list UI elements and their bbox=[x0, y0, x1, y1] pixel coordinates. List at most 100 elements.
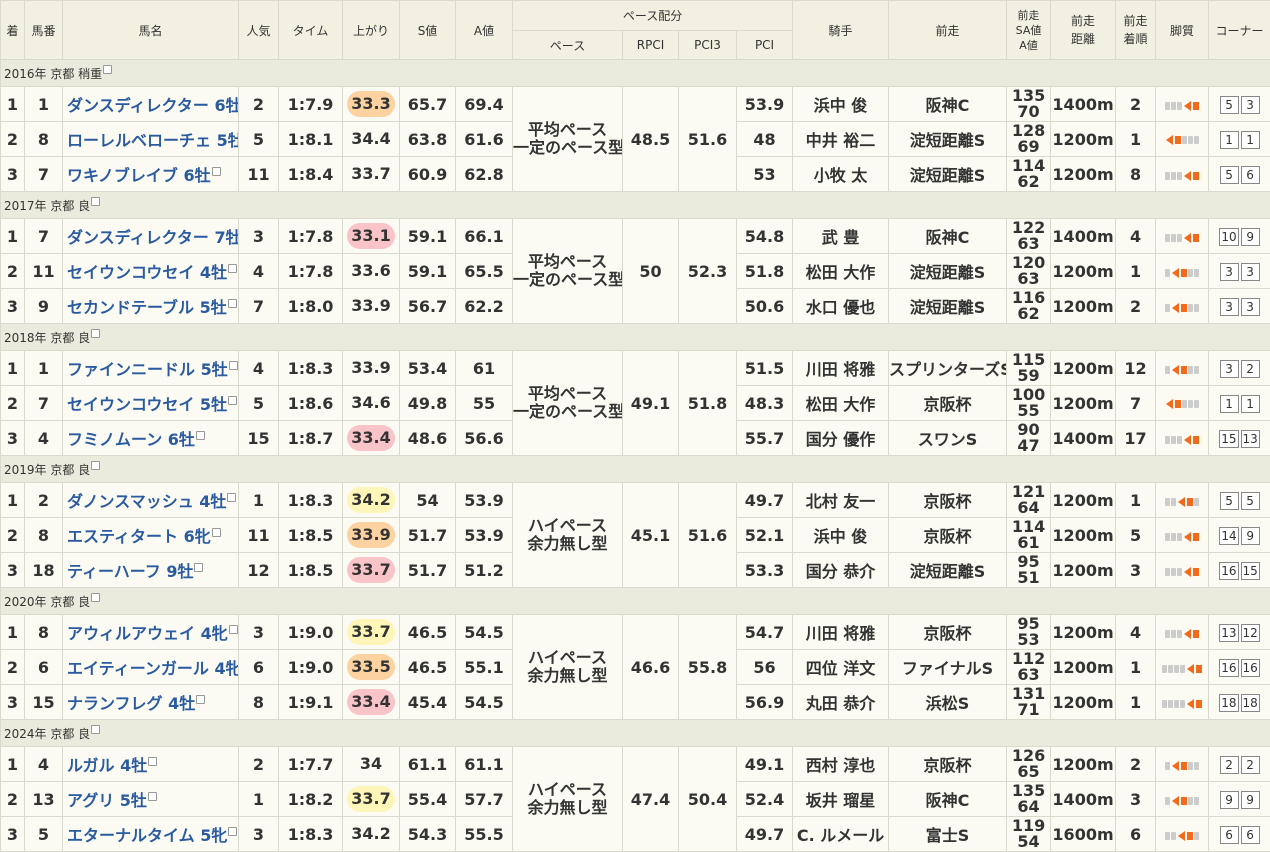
horse-name-link[interactable]: ダノンスマッシュ 4牡 bbox=[67, 492, 226, 511]
copy-icon[interactable] bbox=[228, 396, 237, 405]
race-year-label[interactable]: 2016年 京都 稍重 bbox=[4, 67, 102, 81]
header-pace[interactable]: ペース bbox=[513, 31, 623, 60]
corner-position-2: 13 bbox=[1241, 430, 1260, 448]
copy-icon[interactable] bbox=[91, 461, 100, 470]
header-jockey[interactable]: 騎手 bbox=[793, 1, 889, 60]
header-horse-name[interactable]: 馬名 bbox=[63, 1, 239, 60]
horse-name-link[interactable]: ダンスディレクター 7牡 bbox=[67, 228, 239, 247]
rank-cell: 3 bbox=[1, 289, 25, 324]
popularity-cell: 3 bbox=[239, 615, 279, 650]
race-year-label[interactable]: 2017年 京都 良 bbox=[4, 199, 90, 213]
header-corner[interactable]: コーナー bbox=[1209, 1, 1270, 60]
header-running-style[interactable]: 脚質 bbox=[1156, 1, 1209, 60]
copy-icon[interactable] bbox=[228, 827, 237, 836]
agari-cell: 33.4 bbox=[343, 685, 400, 720]
header-prev-rank[interactable]: 前走 着順 bbox=[1116, 1, 1156, 60]
copy-icon[interactable] bbox=[212, 528, 221, 537]
agari-value: 33.6 bbox=[347, 258, 395, 284]
horse-name-link[interactable]: アグリ 5牡 bbox=[67, 791, 147, 810]
copy-icon[interactable] bbox=[91, 593, 100, 602]
horse-name-link[interactable]: ナランフレグ 4牡 bbox=[67, 694, 195, 713]
copy-icon[interactable] bbox=[229, 361, 238, 370]
a-value-cell: 54.5 bbox=[456, 615, 513, 650]
copy-icon[interactable] bbox=[148, 757, 157, 766]
prev-race-cell: 阪神C bbox=[889, 219, 1007, 254]
copy-icon[interactable] bbox=[227, 493, 236, 502]
pace-cell: 平均ペース一定のペース型 bbox=[513, 351, 623, 456]
time-cell: 1:7.8 bbox=[279, 254, 343, 289]
header-prev-rank-line1: 前走 bbox=[1124, 14, 1148, 28]
race-year-label[interactable]: 2020年 京都 良 bbox=[4, 595, 90, 609]
header-prev-race[interactable]: 前走 bbox=[889, 1, 1007, 60]
race-year-label[interactable]: 2018年 京都 良 bbox=[4, 331, 90, 345]
header-agari[interactable]: 上がり bbox=[343, 1, 400, 60]
corner-position-1: 5 bbox=[1220, 166, 1239, 184]
horse-name-link[interactable]: フミノムーン 6牡 bbox=[67, 430, 195, 449]
horse-name-cell: アグリ 5牡 bbox=[63, 782, 239, 817]
header-a-value[interactable]: A値 bbox=[456, 1, 513, 60]
horse-name-link[interactable]: エイティーンガール 4牝 bbox=[67, 659, 239, 678]
horse-name-cell: エイティーンガール 4牝 bbox=[63, 650, 239, 685]
horse-name-link[interactable]: ティーハーフ 9牡 bbox=[67, 562, 193, 581]
corner-cell: 99 bbox=[1209, 782, 1270, 817]
agari-value: 33.1 bbox=[347, 223, 395, 249]
header-rank[interactable]: 着 bbox=[1, 1, 25, 60]
horse-name-link[interactable]: ルガル 4牡 bbox=[67, 756, 147, 775]
prev-a-value: 62 bbox=[1017, 172, 1039, 191]
header-pci3[interactable]: PCI3 bbox=[679, 31, 737, 60]
running-style-cell bbox=[1156, 122, 1209, 157]
running-style-indicator bbox=[1165, 435, 1199, 445]
copy-icon[interactable] bbox=[196, 431, 205, 440]
prev-race-cell: 京阪杯 bbox=[889, 483, 1007, 518]
copy-icon[interactable] bbox=[228, 299, 237, 308]
race-year-label[interactable]: 2019年 京都 良 bbox=[4, 463, 90, 477]
horse-name-link[interactable]: セカンドテーブル 5牡 bbox=[67, 298, 227, 317]
header-prev-sa[interactable]: 前走 SA値 A値 bbox=[1007, 1, 1051, 60]
copy-icon[interactable] bbox=[91, 329, 100, 338]
horse-name-link[interactable]: セイウンコウセイ 4牡 bbox=[67, 263, 227, 282]
horse-name-link[interactable]: ダンスディレクター 6牡 bbox=[67, 96, 239, 115]
horse-name-link[interactable]: ローレルベローチェ 5牡 bbox=[67, 131, 239, 150]
prev-rank-cell: 1 bbox=[1116, 254, 1156, 289]
rank-cell: 2 bbox=[1, 782, 25, 817]
prev-a-value: 63 bbox=[1017, 234, 1039, 253]
horse-name-cell: セカンドテーブル 5牡 bbox=[63, 289, 239, 324]
style-marker-icon bbox=[1175, 136, 1181, 144]
running-style-indicator bbox=[1165, 629, 1199, 639]
copy-icon[interactable] bbox=[148, 792, 157, 801]
horse-name-link[interactable]: アウィルアウェイ 4牝 bbox=[67, 624, 228, 643]
horse-name-link[interactable]: ワキノブレイブ 6牡 bbox=[67, 166, 211, 185]
horse-name-link[interactable]: セイウンコウセイ 5牡 bbox=[67, 395, 227, 414]
header-prev-distance[interactable]: 前走 距離 bbox=[1051, 1, 1116, 60]
prev-rank-cell: 2 bbox=[1116, 289, 1156, 324]
copy-icon[interactable] bbox=[212, 167, 221, 176]
rank-cell: 1 bbox=[1, 351, 25, 386]
table-row: 18アウィルアウェイ 4牝31:9.033.746.554.5ハイペース余力無し… bbox=[1, 615, 1270, 650]
header-time[interactable]: タイム bbox=[279, 1, 343, 60]
horse-name-link[interactable]: エスティタート 6牝 bbox=[67, 527, 211, 546]
running-style-indicator bbox=[1162, 699, 1202, 709]
corner-cell: 22 bbox=[1209, 747, 1270, 782]
copy-icon[interactable] bbox=[194, 563, 203, 572]
copy-icon[interactable] bbox=[196, 695, 205, 704]
copy-icon[interactable] bbox=[103, 65, 112, 74]
header-popularity[interactable]: 人気 bbox=[239, 1, 279, 60]
copy-icon[interactable] bbox=[91, 197, 100, 206]
header-horse-number[interactable]: 馬番 bbox=[25, 1, 63, 60]
rank-cell: 1 bbox=[1, 483, 25, 518]
horse-name-link[interactable]: ファインニードル 5牡 bbox=[67, 360, 228, 379]
header-rpci[interactable]: RPCI bbox=[623, 31, 679, 60]
pace-type: ハイペース bbox=[528, 780, 607, 799]
running-style-indicator bbox=[1165, 365, 1199, 375]
corner-position-1: 3 bbox=[1220, 360, 1239, 378]
copy-icon[interactable] bbox=[91, 725, 100, 734]
copy-icon[interactable] bbox=[229, 625, 238, 634]
race-year-label[interactable]: 2024年 京都 良 bbox=[4, 727, 90, 741]
horse-name-link[interactable]: エターナルタイム 5牝 bbox=[67, 826, 227, 845]
rank-cell: 2 bbox=[1, 386, 25, 421]
header-pci[interactable]: PCI bbox=[737, 31, 793, 60]
horse-number-cell: 1 bbox=[25, 87, 63, 122]
header-s-value[interactable]: S値 bbox=[400, 1, 456, 60]
copy-icon[interactable] bbox=[228, 264, 237, 273]
agari-value: 33.4 bbox=[347, 689, 395, 715]
